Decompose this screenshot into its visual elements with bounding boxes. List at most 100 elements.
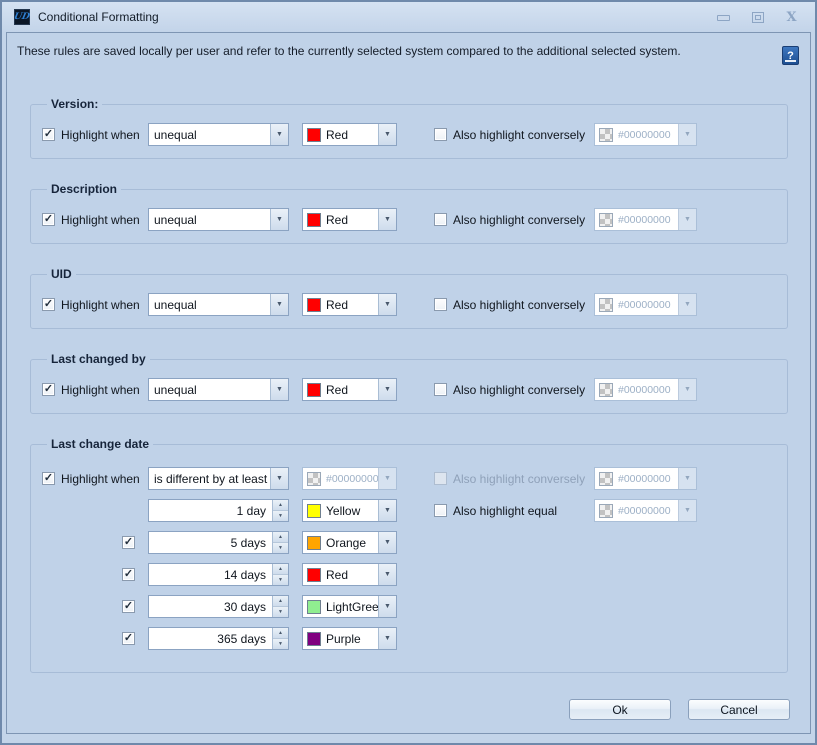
spin-down-icon: ▼ [278, 610, 283, 615]
also-conversely-checkbox[interactable] [434, 128, 447, 141]
instruction-text: These rules are saved locally per user a… [17, 44, 782, 59]
also-conversely-checkbox[interactable] [434, 298, 447, 311]
color-name: Red [321, 128, 378, 142]
also-conversely-checkbox [434, 472, 447, 485]
help-button[interactable]: ? [782, 46, 799, 65]
spinner-buttons: ▲ ▼ [272, 500, 288, 521]
also-conversely-label: Also highlight conversely [453, 298, 585, 312]
spin-down-button[interactable]: ▼ [273, 510, 288, 521]
color-dropdown[interactable]: Orange ▼ [302, 531, 397, 554]
check-icon: ✓ [124, 537, 133, 548]
highlight-when-checkbox[interactable]: ✓ [42, 128, 55, 141]
conversely-color-dropdown: #00000000 ▼ [594, 378, 697, 401]
chevron-down-icon: ▼ [678, 379, 696, 400]
threshold-row-365days: ✓ 365 days ▲ ▼ Purple ▼ [42, 627, 787, 650]
chevron-down-icon[interactable]: ▼ [378, 596, 396, 617]
minimize-button[interactable] [716, 10, 731, 25]
chevron-down-icon[interactable]: ▼ [270, 124, 288, 145]
condition-dropdown[interactable]: unequal ▼ [148, 208, 289, 231]
chevron-down-icon[interactable]: ▼ [378, 532, 396, 553]
days-value: 5 days [149, 536, 272, 550]
chevron-down-icon[interactable]: ▼ [378, 209, 396, 230]
window-controls: X [716, 10, 799, 25]
color-dropdown[interactable]: Red ▼ [302, 123, 397, 146]
ok-button[interactable]: Ok [569, 699, 671, 720]
conversely-color-dropdown: #00000000 ▼ [594, 467, 697, 490]
chevron-down-icon[interactable]: ▼ [270, 209, 288, 230]
also-conversely-checkbox[interactable] [434, 383, 447, 396]
color-dropdown[interactable]: LightGreen ▼ [302, 595, 397, 618]
spin-down-button[interactable]: ▼ [273, 574, 288, 585]
group-last-change-date-title: Last change date [47, 437, 153, 451]
days-spinner[interactable]: 5 days ▲ ▼ [148, 531, 289, 554]
threshold-checkbox[interactable]: ✓ [122, 632, 135, 645]
condition-value: is different by at least [149, 472, 270, 486]
spin-up-button[interactable]: ▲ [273, 532, 288, 542]
threshold-checkbox[interactable]: ✓ [122, 600, 135, 613]
spin-up-button[interactable]: ▲ [273, 596, 288, 606]
days-spinner[interactable]: 365 days ▲ ▼ [148, 627, 289, 650]
threshold-row-5days: ✓ 5 days ▲ ▼ Orange ▼ [42, 531, 787, 554]
restore-button[interactable] [750, 10, 765, 25]
highlight-when-checkbox[interactable]: ✓ [42, 298, 55, 311]
group-last-changed-by-title: Last changed by [47, 352, 150, 366]
chevron-down-icon[interactable]: ▼ [378, 564, 396, 585]
highlight-when-label: Highlight when [61, 383, 140, 397]
condition-color-dropdown: #00000000 ▼ [302, 467, 397, 490]
condition-value: unequal [149, 213, 270, 227]
conversely-color-dropdown: #00000000 ▼ [594, 123, 697, 146]
color-dropdown[interactable]: Yellow ▼ [302, 499, 397, 522]
version-rule-row: ✓ Highlight when unequal ▼ Red ▼ Also hi… [42, 123, 787, 146]
transparent-swatch [599, 383, 613, 397]
chevron-down-icon[interactable]: ▼ [270, 379, 288, 400]
highlight-when-checkbox[interactable]: ✓ [42, 472, 55, 485]
close-button[interactable]: X [784, 10, 799, 25]
days-spinner[interactable]: 14 days ▲ ▼ [148, 563, 289, 586]
also-equal-checkbox[interactable] [434, 504, 447, 517]
chevron-down-icon[interactable]: ▼ [378, 294, 396, 315]
check-icon: ✓ [44, 384, 53, 395]
color-dropdown[interactable]: Red ▼ [302, 293, 397, 316]
color-dropdown[interactable]: Purple ▼ [302, 627, 397, 650]
color-swatch [307, 298, 321, 312]
also-conversely-checkbox[interactable] [434, 213, 447, 226]
chevron-down-icon[interactable]: ▼ [270, 294, 288, 315]
spin-down-icon: ▼ [278, 642, 283, 647]
window-title: Conditional Formatting [38, 10, 159, 24]
color-dropdown[interactable]: Red ▼ [302, 208, 397, 231]
threshold-checkbox[interactable]: ✓ [122, 568, 135, 581]
highlight-when-checkbox[interactable]: ✓ [42, 383, 55, 396]
condition-dropdown[interactable]: is different by at least ▼ [148, 467, 289, 490]
transparent-swatch [307, 472, 321, 486]
spin-up-icon: ▲ [278, 503, 283, 508]
condition-dropdown[interactable]: unequal ▼ [148, 123, 289, 146]
condition-value: unequal [149, 128, 270, 142]
color-name: Red [321, 383, 378, 397]
chevron-down-icon[interactable]: ▼ [378, 500, 396, 521]
days-spinner[interactable]: 1 day ▲ ▼ [148, 499, 289, 522]
spin-down-button[interactable]: ▼ [273, 542, 288, 553]
spin-down-button[interactable]: ▼ [273, 638, 288, 649]
condition-dropdown[interactable]: unequal ▼ [148, 293, 289, 316]
cancel-button[interactable]: Cancel [688, 699, 790, 720]
spin-down-button[interactable]: ▼ [273, 606, 288, 617]
chevron-down-icon[interactable]: ▼ [378, 124, 396, 145]
condition-dropdown[interactable]: unequal ▼ [148, 378, 289, 401]
chevron-down-icon[interactable]: ▼ [378, 628, 396, 649]
spinner-buttons: ▲ ▼ [272, 628, 288, 649]
chevron-down-icon[interactable]: ▼ [270, 468, 288, 489]
close-icon: X [786, 11, 796, 24]
spin-down-icon: ▼ [278, 514, 283, 519]
title-bar[interactable]: UD Conditional Formatting X [2, 2, 815, 32]
spin-up-button[interactable]: ▲ [273, 564, 288, 574]
days-spinner[interactable]: 30 days ▲ ▼ [148, 595, 289, 618]
chevron-down-icon[interactable]: ▼ [378, 379, 396, 400]
date-rule-row: ✓ Highlight when is different by at leas… [42, 467, 787, 490]
also-conversely-label: Also highlight conversely [453, 383, 585, 397]
spin-up-button[interactable]: ▲ [273, 500, 288, 510]
color-dropdown[interactable]: Red ▼ [302, 378, 397, 401]
threshold-checkbox[interactable]: ✓ [122, 536, 135, 549]
spin-up-button[interactable]: ▲ [273, 628, 288, 638]
highlight-when-checkbox[interactable]: ✓ [42, 213, 55, 226]
color-dropdown[interactable]: Red ▼ [302, 563, 397, 586]
